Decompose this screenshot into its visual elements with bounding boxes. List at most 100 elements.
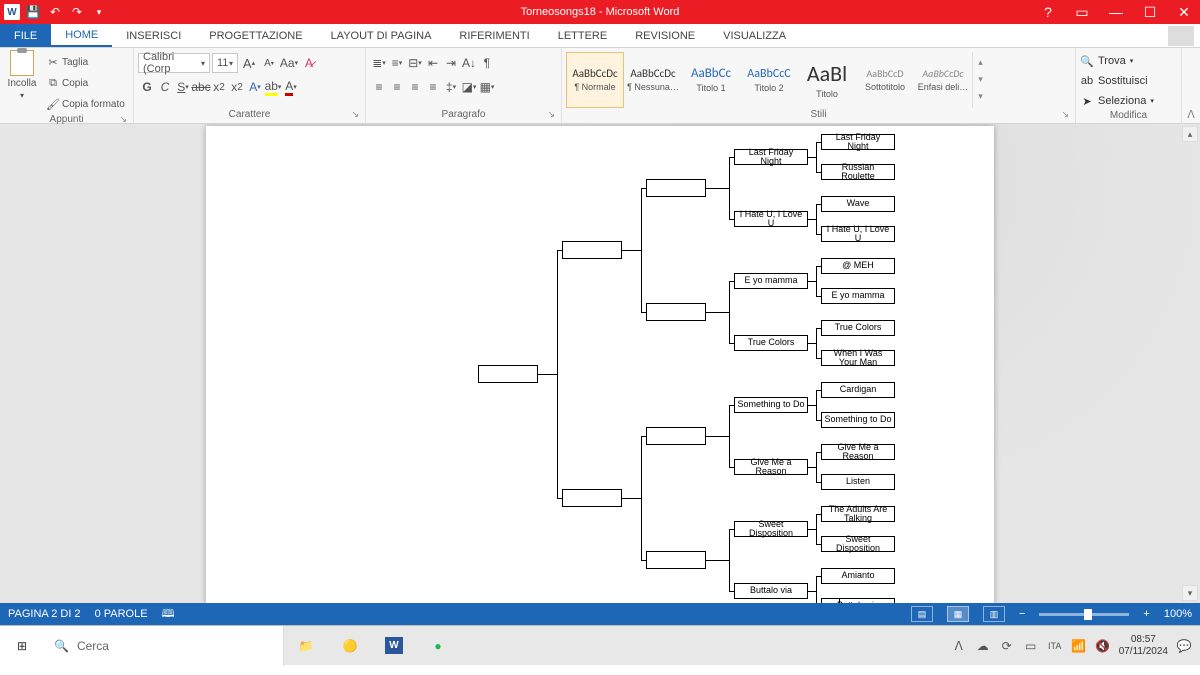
align-left-button[interactable]: ≡ (370, 77, 388, 97)
cut-button[interactable]: ✂Taglia (43, 52, 128, 72)
tray-chevron-icon[interactable]: ᐱ (951, 638, 967, 654)
tab-file[interactable]: FILE (0, 24, 51, 47)
tray-onedrive-icon[interactable]: ☁ (975, 638, 991, 654)
style---nessuna-[interactable]: AaBbCcDc¶ Nessuna… (624, 52, 682, 108)
taskbar-clock[interactable]: 08:5707/11/2024 (1119, 634, 1168, 658)
bracket-r8-2: E yo mamma (734, 273, 808, 289)
line-spacing-button[interactable]: ‡▾ (442, 77, 460, 97)
find-button[interactable]: 🔍Trova ▾ (1080, 52, 1133, 70)
style-enfasi-deli-[interactable]: AaBbCcDcEnfasi deli… (914, 52, 972, 108)
dialog-launcher-icon[interactable]: ↘ (351, 109, 359, 120)
task-word[interactable]: W (372, 626, 416, 666)
italic-button[interactable]: C (156, 77, 174, 97)
numbering-button[interactable]: ≡▾ (388, 53, 406, 73)
tab-riferimenti[interactable]: RIFERIMENTI (445, 24, 543, 47)
scroll-down-icon[interactable]: ▾ (1182, 585, 1198, 601)
tab-visualizza[interactable]: VISUALIZZA (709, 24, 800, 47)
strike-button[interactable]: abc (192, 77, 210, 97)
web-layout-button[interactable]: ▥ (983, 606, 1005, 622)
superscript-button[interactable]: x2 (228, 77, 246, 97)
style-titolo[interactable]: AaBlTitolo (798, 52, 856, 108)
style-titolo-2[interactable]: AaBbCcCTitolo 2 (740, 52, 798, 108)
ribbon-display-icon[interactable]: ▭ (1070, 2, 1094, 22)
zoom-in-button[interactable]: + (1143, 608, 1149, 620)
underline-button[interactable]: S▾ (174, 77, 192, 97)
tray-lang-icon[interactable]: ITA (1047, 638, 1063, 654)
task-chrome[interactable]: 🟡 (328, 626, 372, 666)
bracket-r16-1: Russian Roulette (821, 164, 895, 180)
zoom-level[interactable]: 100% (1164, 608, 1192, 620)
clear-format-button[interactable]: A̷ (300, 53, 318, 73)
bullets-button[interactable]: ≣▾ (370, 53, 388, 73)
dialog-launcher-icon[interactable]: ↘ (547, 109, 555, 120)
page-indicator[interactable]: PAGINA 2 DI 2 (8, 608, 81, 620)
format-painter-button[interactable]: 🖌Copia formato (43, 94, 128, 114)
save-icon[interactable]: 💾 (24, 3, 42, 21)
document-page[interactable]: Last Friday NightRussian RouletteWaveI H… (206, 126, 994, 603)
tab-home[interactable]: HOME (51, 24, 112, 47)
read-mode-button[interactable]: ▤ (911, 606, 933, 622)
multilevel-button[interactable]: ⊟▾ (406, 53, 424, 73)
tab-progettazione[interactable]: PROGETTAZIONE (195, 24, 316, 47)
minimize-icon[interactable]: — (1104, 2, 1128, 22)
dialog-launcher-icon[interactable]: ↘ (1061, 109, 1069, 120)
font-name-select[interactable]: Calibri (Corp▾ (138, 53, 210, 73)
bracket-r16-10: Give Me a Reason (821, 444, 895, 460)
pilcrow-button[interactable]: ¶ (478, 53, 496, 73)
borders-button[interactable]: ▦▾ (478, 77, 496, 97)
tab-revisione[interactable]: REVISIONE (621, 24, 709, 47)
tray-notifications-icon[interactable]: 💬 (1176, 638, 1192, 654)
paste-button[interactable]: Incolla ▾ (4, 50, 40, 100)
shading-button[interactable]: ◪▾ (460, 77, 478, 97)
justify-button[interactable]: ≡ (424, 77, 442, 97)
redo-icon[interactable]: ↷ (68, 3, 86, 21)
font-size-select[interactable]: 11▾ (212, 53, 238, 73)
styles-more-button[interactable]: ▴▾▾ (972, 52, 988, 108)
sort-button[interactable]: A↓ (460, 53, 478, 73)
highlight-button[interactable]: ab▾ (264, 77, 282, 97)
proofing-icon[interactable]: 🕮 (162, 605, 175, 624)
copy-button[interactable]: ⧉Copia (43, 73, 128, 93)
tray-sync-icon[interactable]: ⟳ (999, 638, 1015, 654)
outdent-button[interactable]: ⇤ (424, 53, 442, 73)
word-count[interactable]: 0 PAROLE (95, 608, 148, 620)
tab-inserisci[interactable]: INSERISCI (112, 24, 195, 47)
zoom-out-button[interactable]: − (1019, 608, 1025, 620)
style-titolo-1[interactable]: AaBbCcTitolo 1 (682, 52, 740, 108)
bracket-r16-5: E yo mamma (821, 288, 895, 304)
tab-layout[interactable]: LAYOUT DI PAGINA (317, 24, 446, 47)
maximize-icon[interactable]: ☐ (1138, 2, 1162, 22)
help-icon[interactable]: ? (1036, 2, 1060, 22)
grow-font-button[interactable]: A▴ (240, 53, 258, 73)
collapse-ribbon-icon[interactable]: ᐱ (1187, 108, 1195, 121)
select-button[interactable]: ➤Seleziona ▾ (1080, 92, 1154, 110)
tray-wifi-icon[interactable]: 📶 (1071, 638, 1087, 654)
bold-button[interactable]: G (138, 77, 156, 97)
taskbar-search[interactable]: 🔍Cerca (44, 626, 284, 666)
task-explorer[interactable]: 📁 (284, 626, 328, 666)
indent-button[interactable]: ⇥ (442, 53, 460, 73)
tab-lettere[interactable]: LETTERE (544, 24, 622, 47)
tray-battery-icon[interactable]: ▭ (1023, 638, 1039, 654)
start-button[interactable]: ⊞ (0, 626, 44, 666)
style-sottotitolo[interactable]: AaBbCcDSottotitolo (856, 52, 914, 108)
replace-button[interactable]: abSostituisci (1080, 72, 1148, 90)
tray-volume-icon[interactable]: 🔇 (1095, 638, 1111, 654)
align-center-button[interactable]: ≡ (388, 77, 406, 97)
text-effects-button[interactable]: A▾ (246, 77, 264, 97)
qat-more-icon[interactable]: ▾ (90, 3, 108, 21)
styles-gallery[interactable]: AaBbCcDc¶ NormaleAaBbCcDc¶ Nessuna…AaBbC… (566, 50, 1071, 109)
shrink-font-button[interactable]: A▾ (260, 53, 278, 73)
font-color-button[interactable]: A▾ (282, 77, 300, 97)
undo-icon[interactable]: ↶ (46, 3, 64, 21)
subscript-button[interactable]: x2 (210, 77, 228, 97)
user-avatar[interactable] (1168, 26, 1194, 46)
print-layout-button[interactable]: ▦ (947, 606, 969, 622)
align-right-button[interactable]: ≡ (406, 77, 424, 97)
change-case-button[interactable]: Aa▾ (280, 53, 298, 73)
task-spotify[interactable]: ● (416, 626, 460, 666)
style---normale[interactable]: AaBbCcDc¶ Normale (566, 52, 624, 108)
zoom-slider[interactable] (1039, 613, 1129, 616)
close-icon[interactable]: ✕ (1172, 2, 1196, 22)
scroll-up-icon[interactable]: ▴ (1182, 126, 1198, 142)
